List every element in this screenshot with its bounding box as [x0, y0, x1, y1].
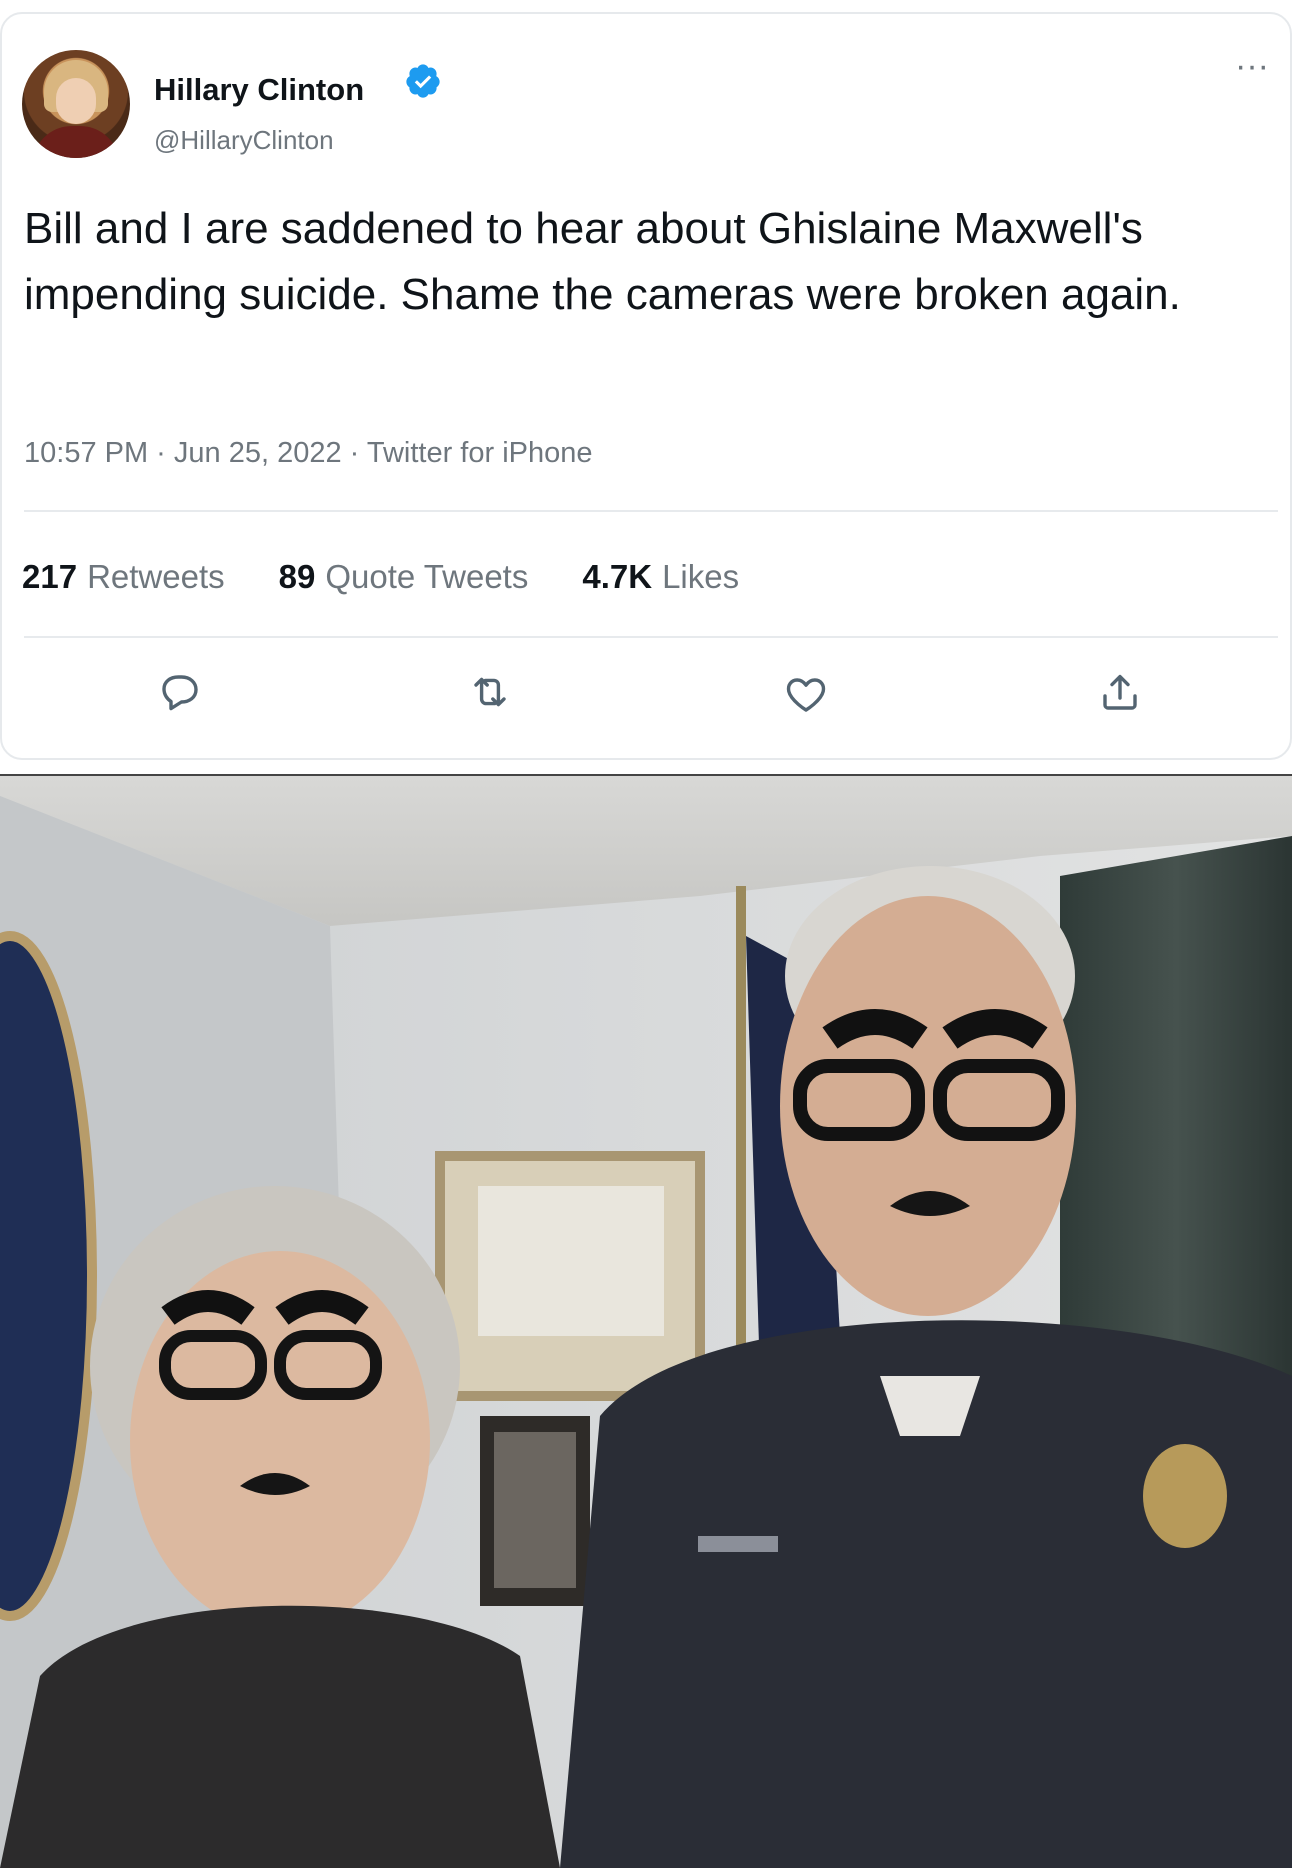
author-handle[interactable]: @HillaryClinton [154, 125, 334, 156]
avatar[interactable] [22, 50, 130, 158]
quote-tweets-stat[interactable]: 89 Quote Tweets [279, 558, 529, 596]
divider [24, 636, 1278, 638]
tweet-stats: 217 Retweets 89 Quote Tweets 4.7K Likes [22, 558, 739, 596]
share-icon[interactable] [1096, 668, 1144, 716]
tweet-card: Hillary Clinton @HillaryClinton ··· Bill… [0, 12, 1292, 760]
tweet-meta[interactable]: 10:57 PM · Jun 25, 2022 · Twitter for iP… [24, 437, 593, 470]
reply-icon[interactable] [156, 668, 204, 716]
retweets-stat[interactable]: 217 Retweets [22, 558, 225, 596]
more-icon[interactable]: ··· [1230, 49, 1274, 86]
author-name[interactable]: Hillary Clinton [154, 72, 364, 108]
divider [24, 510, 1278, 512]
retweet-icon[interactable] [466, 668, 514, 716]
heart-icon[interactable] [782, 670, 830, 718]
likes-stat[interactable]: 4.7K Likes [582, 558, 739, 596]
attached-photo [0, 774, 1292, 1868]
tweet-text: Bill and I are saddened to hear about Gh… [24, 204, 1181, 319]
verified-badge-icon [406, 64, 440, 98]
